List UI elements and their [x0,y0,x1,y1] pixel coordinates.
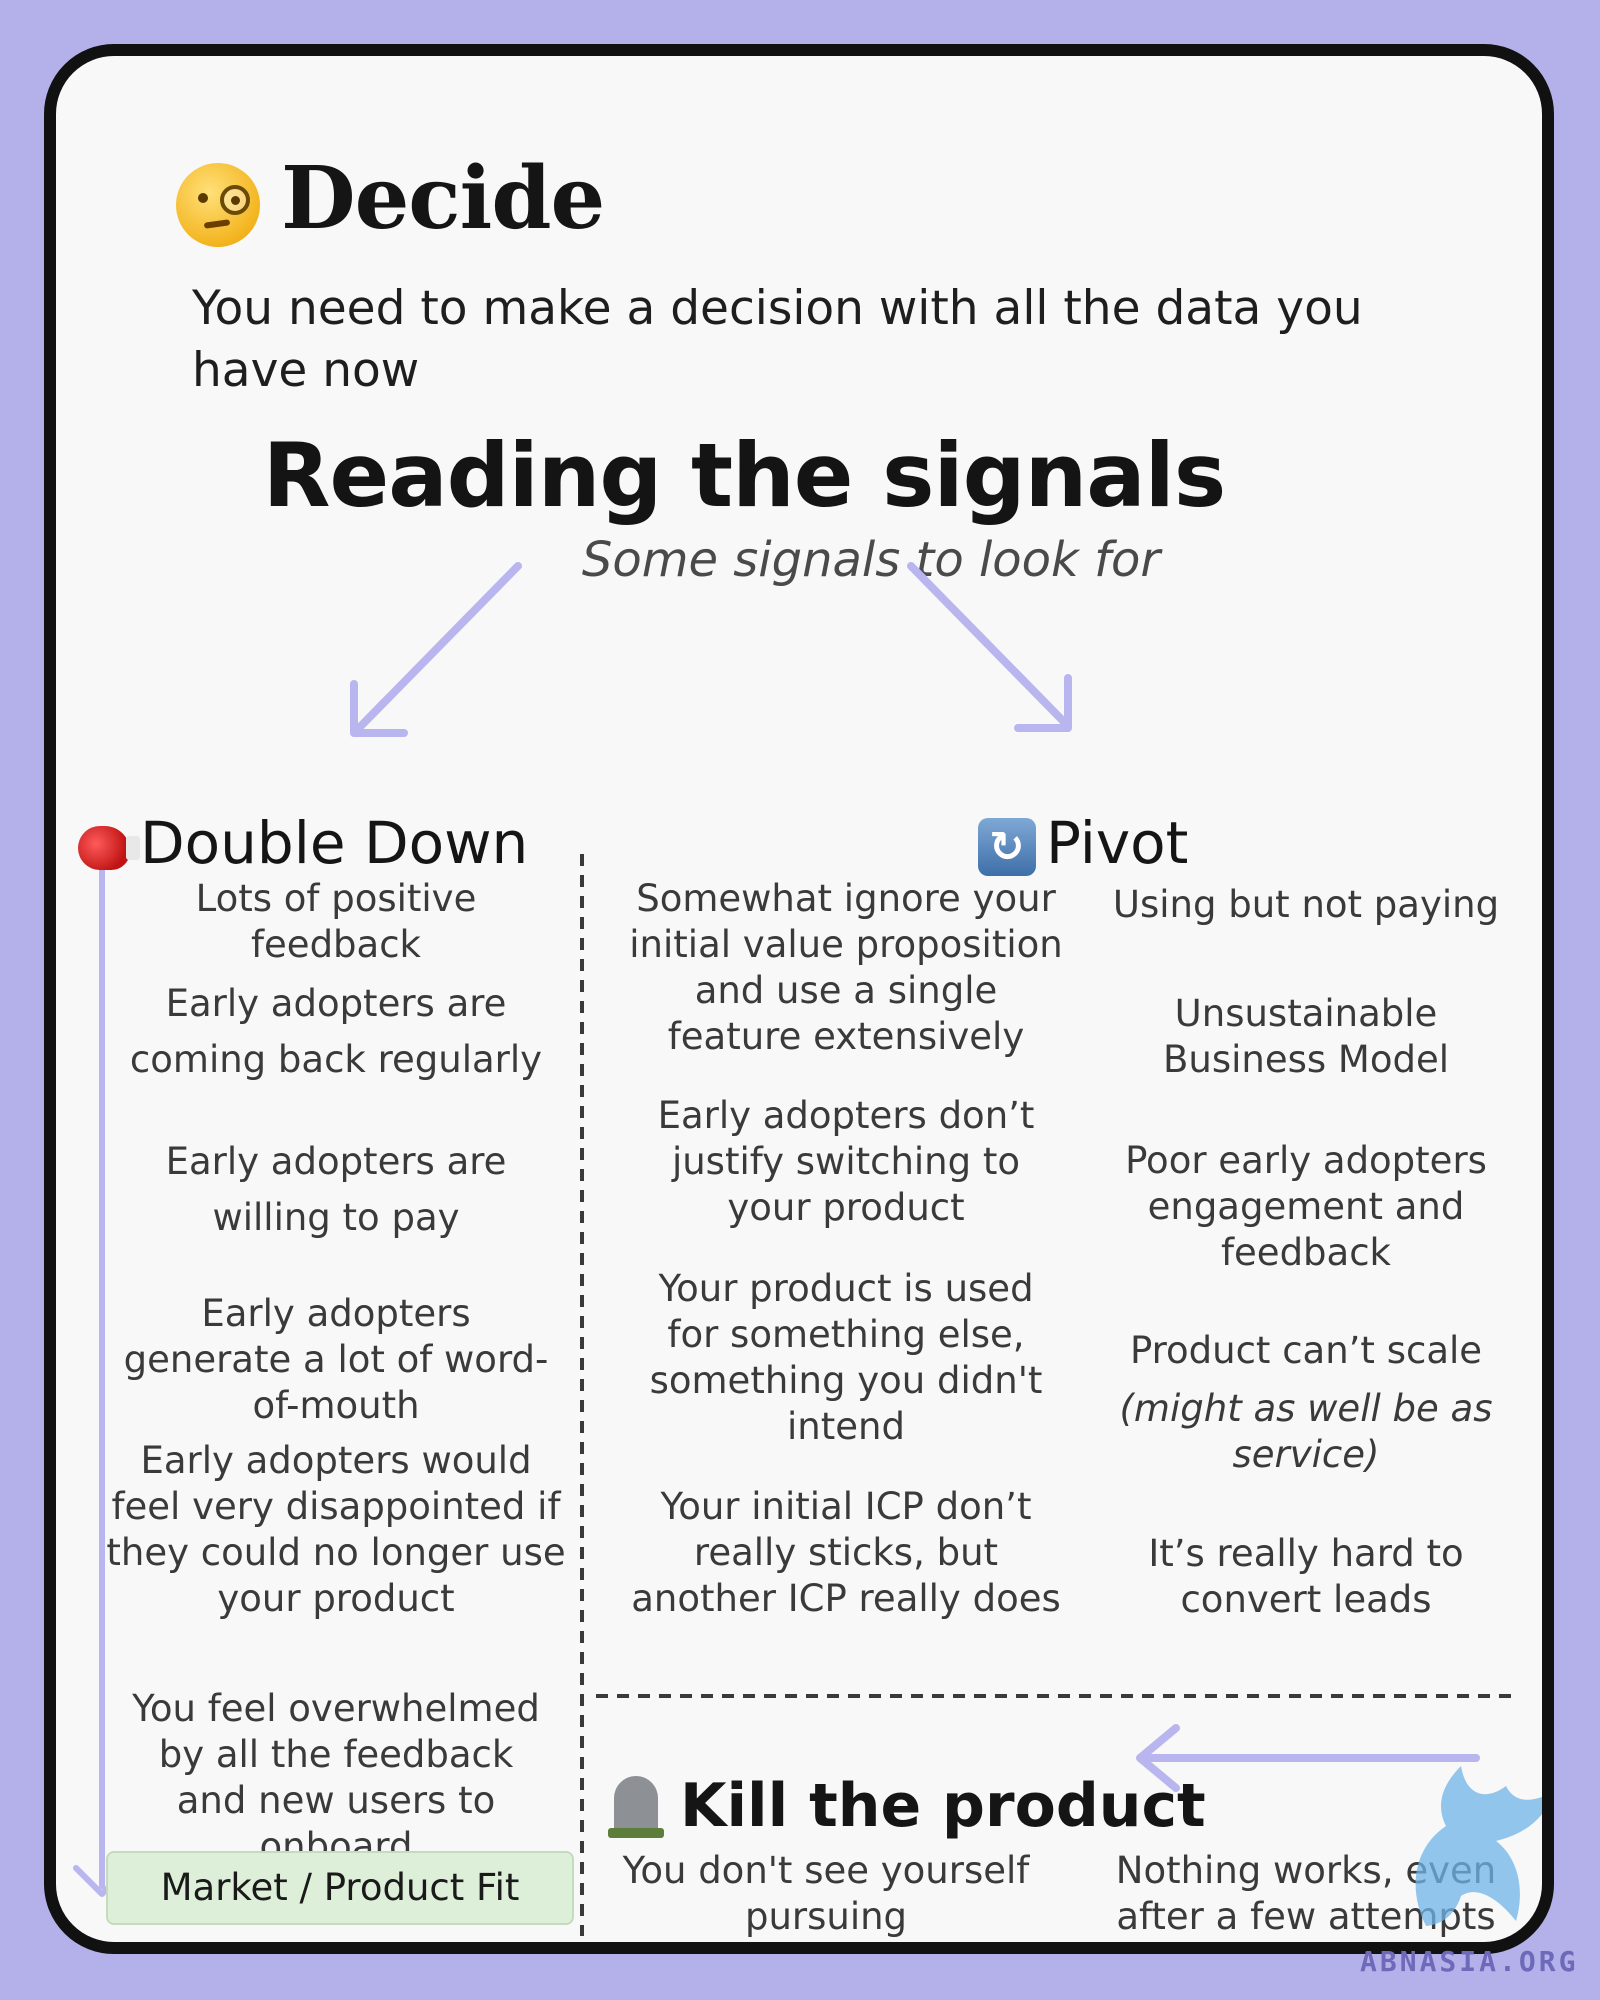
griffin-watermark-icon [1415,1766,1542,1926]
pivot-item: Somewhat ignore your initial value propo… [629,877,1063,1058]
pivot-item: It’s really hard to convert leads [1148,1532,1464,1621]
pivot-item: Your initial ICP don’t really sticks, bu… [631,1485,1061,1620]
kill-heading: Kill the product [680,1771,1206,1841]
pivot-item: Using but not paying [1112,883,1500,926]
double-down-item: You feel overwhelmed by all the feedback… [132,1687,540,1868]
infographic-card: Decide You need to make a decision with … [44,44,1554,1954]
watermark-text: ABNASIA.ORG [1360,1945,1579,1978]
pivot-heading: Pivot [1046,809,1189,877]
double-down-item: Early adopters generate a lot of word-of… [123,1292,549,1427]
arrow-to-pivot-icon [907,562,1072,730]
arrow-to-double-down-icon [352,562,522,735]
arrows-cycle-icon: ↻ [978,818,1036,876]
kill-item: You don't see yourself pursuing [622,1849,1030,1938]
boxing-glove-icon [78,826,140,870]
double-down-item: Early adopters are coming back regularly [129,982,543,1081]
pivot-item: Poor early adopters engagement and feedb… [1125,1139,1487,1274]
double-down-item: Early adopters would feel very disappoin… [106,1439,566,1620]
headstone-icon [608,1776,664,1838]
market-product-fit-badge: Market / Product Fit [106,1851,574,1925]
double-down-item: Early adopters are willing to pay [165,1140,507,1239]
pivot-item-note: (might as well be as service) [1119,1387,1493,1476]
pivot-item: Early adopters don’t justify switching t… [657,1094,1035,1229]
pivot-item: Your product is used for something else,… [649,1267,1043,1448]
double-down-heading: Double Down [140,809,529,877]
double-down-item: Lots of positive feedback [195,877,477,966]
pivot-item: Product can’t scale [1129,1329,1483,1372]
pivot-item: Unsustainable Business Model [1162,992,1449,1081]
